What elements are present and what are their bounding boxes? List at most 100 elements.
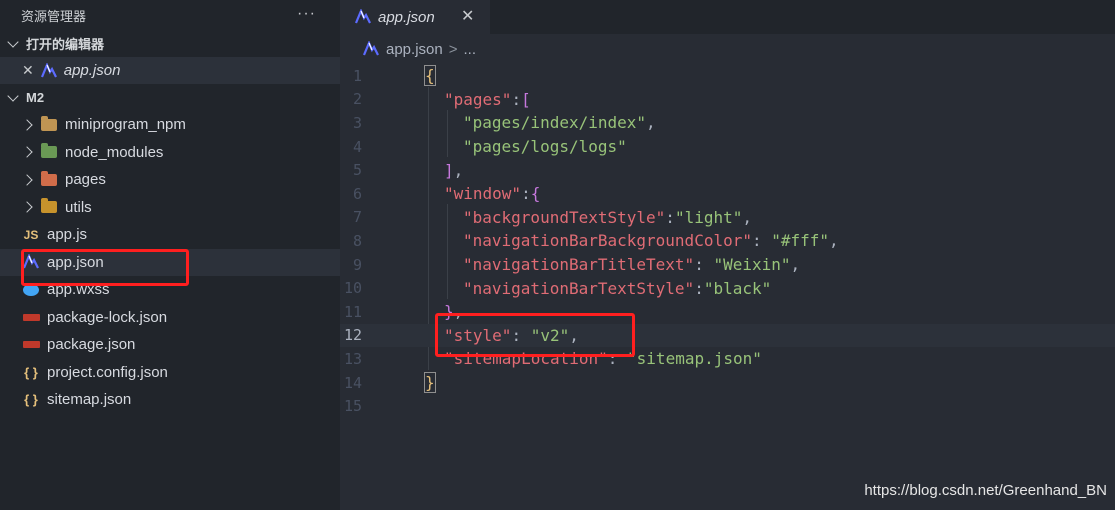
tree-item-label: sitemap.json — [47, 391, 132, 409]
miniprogram-json-icon — [354, 9, 371, 24]
project-title: M2 — [26, 90, 45, 105]
code-line: 2 "pages":[ — [340, 88, 1115, 112]
line-number: 5 — [352, 161, 362, 180]
code-token: "#fff" — [771, 231, 830, 251]
tree-item-utils[interactable]: utils — [0, 194, 340, 222]
miniprogram-json-icon — [40, 62, 57, 77]
tree-item-label: miniprogram_npm — [65, 116, 186, 134]
line-number: 7 — [352, 208, 362, 227]
code-token: , — [569, 325, 579, 345]
code-token: "pages" — [444, 89, 512, 109]
code-token: "light" — [674, 207, 743, 227]
code-line: 14 } — [340, 371, 1115, 395]
code-line: 13 "sitemapLocation": "sitemap.json" — [340, 347, 1115, 371]
more-actions-icon[interactable]: ··· — [297, 5, 316, 23]
code-token: : — [751, 231, 772, 251]
line-number: 2 — [352, 90, 362, 109]
code-token: : — [511, 89, 522, 109]
code-line: 4 "pages/logs/logs" — [340, 135, 1115, 159]
tree-item-pages[interactable]: pages — [0, 166, 340, 194]
close-icon[interactable]: ✕ — [22, 62, 34, 79]
line-number: 9 — [352, 255, 362, 274]
code-token: , — [646, 113, 656, 133]
code-token: : — [694, 255, 714, 275]
line-number: 10 — [343, 279, 362, 298]
code-line: 9 "navigationBarTitleText": "Weixin", — [340, 253, 1115, 277]
project-section[interactable]: M2 — [0, 84, 340, 111]
code-token: "backgroundTextStyle" — [463, 207, 666, 227]
tab-bar: app.json ✕ — [340, 0, 1115, 34]
miniprogram-json-icon — [362, 41, 379, 56]
code-token: , — [453, 160, 464, 180]
line-number: 1 — [352, 66, 362, 85]
code-token: ] — [444, 160, 454, 180]
tab-app-json[interactable]: app.json ✕ — [340, 0, 490, 34]
line-number: 4 — [352, 137, 362, 156]
tree-item-package-json[interactable]: package.json — [0, 331, 340, 359]
breadcrumb-more[interactable]: ... — [463, 41, 476, 58]
code-token: : — [511, 325, 531, 345]
code-area[interactable]: 1 { 2 "pages":[ 3 "pages/index/index", 4… — [340, 64, 1115, 418]
tree-item-project-config-json[interactable]: { } project.config.json — [0, 359, 340, 387]
code-line-current: 12 "style": "v2", — [340, 323, 1115, 348]
code-token: "navigationBarBackgroundColor" — [463, 231, 752, 251]
code-line: 11 }, — [340, 300, 1115, 324]
tree-item-label: app.wxss — [47, 281, 110, 299]
code-line: 3 "pages/index/index", — [340, 111, 1115, 135]
folder-icon — [40, 115, 58, 134]
code-token: "pages/index/index" — [463, 113, 647, 133]
chevron-right-icon — [22, 200, 36, 214]
tab-label: app.json — [378, 8, 435, 26]
javascript-file-icon: JS — [23, 227, 39, 242]
utils-folder-icon — [40, 198, 58, 216]
code-token: : — [694, 278, 704, 298]
code-token: , — [829, 231, 839, 251]
tree-item-sitemap-json[interactable]: { } sitemap.json — [0, 386, 340, 414]
line-number: 6 — [352, 184, 362, 203]
open-editor-item-app-json[interactable]: ✕ app.json — [0, 57, 340, 84]
line-number: 8 — [352, 231, 362, 250]
explorer-sidebar: 资源管理器 ··· 打开的编辑器 ✕ app.json M2 miniprogr… — [0, 0, 340, 510]
tree-item-label: package-lock.json — [47, 308, 168, 326]
code-line: 5 ], — [340, 158, 1115, 182]
json-file-icon: { } — [24, 392, 38, 408]
breadcrumb-file[interactable]: app.json — [386, 41, 443, 58]
tree-item-package-lock-json[interactable]: package-lock.json — [0, 304, 340, 332]
tree-item-label: package.json — [47, 336, 136, 354]
code-token: "pages/logs/logs" — [463, 137, 627, 157]
tree-item-app-json[interactable]: app.json — [0, 248, 340, 276]
tree-item-label: app.js — [47, 226, 88, 244]
chevron-right-icon — [22, 145, 36, 159]
code-token: } — [424, 372, 436, 394]
line-number: 12 — [343, 326, 362, 345]
code-line: 8 "navigationBarBackgroundColor": "#fff"… — [340, 229, 1115, 253]
watermark: https://blog.csdn.net/Greenhand_BN — [864, 482, 1107, 499]
tab-close-icon[interactable]: ✕ — [461, 6, 474, 26]
open-editors-section[interactable]: 打开的编辑器 — [0, 30, 340, 57]
tree-item-miniprogram-npm[interactable]: miniprogram_npm — [0, 111, 340, 139]
code-token: "window" — [444, 184, 522, 204]
code-token: "v2" — [530, 325, 570, 345]
code-token: , — [790, 255, 801, 275]
explorer-header: 资源管理器 ··· — [0, 0, 340, 30]
line-number: 11 — [343, 302, 362, 321]
code-token: "Weixin" — [713, 255, 791, 275]
json-file-icon: { } — [24, 364, 38, 380]
tree-item-label: app.json — [47, 253, 104, 271]
code-token: "navigationBarTitleText" — [463, 255, 695, 275]
code-token: , — [453, 302, 464, 322]
line-number: 14 — [343, 373, 362, 392]
tree-item-label: node_modules — [65, 143, 164, 161]
code-token: "sitemap.json" — [627, 349, 762, 369]
code-token: { — [424, 65, 436, 87]
tree-item-app-wxss[interactable]: app.wxss — [0, 276, 340, 304]
tree-item-app-js[interactable]: JS app.js — [0, 221, 340, 249]
code-token: , — [742, 207, 753, 227]
line-number: 13 — [343, 349, 362, 368]
breadcrumb-separator: > — [448, 40, 458, 58]
tree-item-label: pages — [65, 171, 106, 189]
line-number: 3 — [352, 113, 362, 132]
tree-item-node-modules[interactable]: node_modules — [0, 139, 340, 167]
chevron-right-icon — [22, 173, 36, 187]
code-line: 7 "backgroundTextStyle":"light", — [340, 206, 1115, 230]
